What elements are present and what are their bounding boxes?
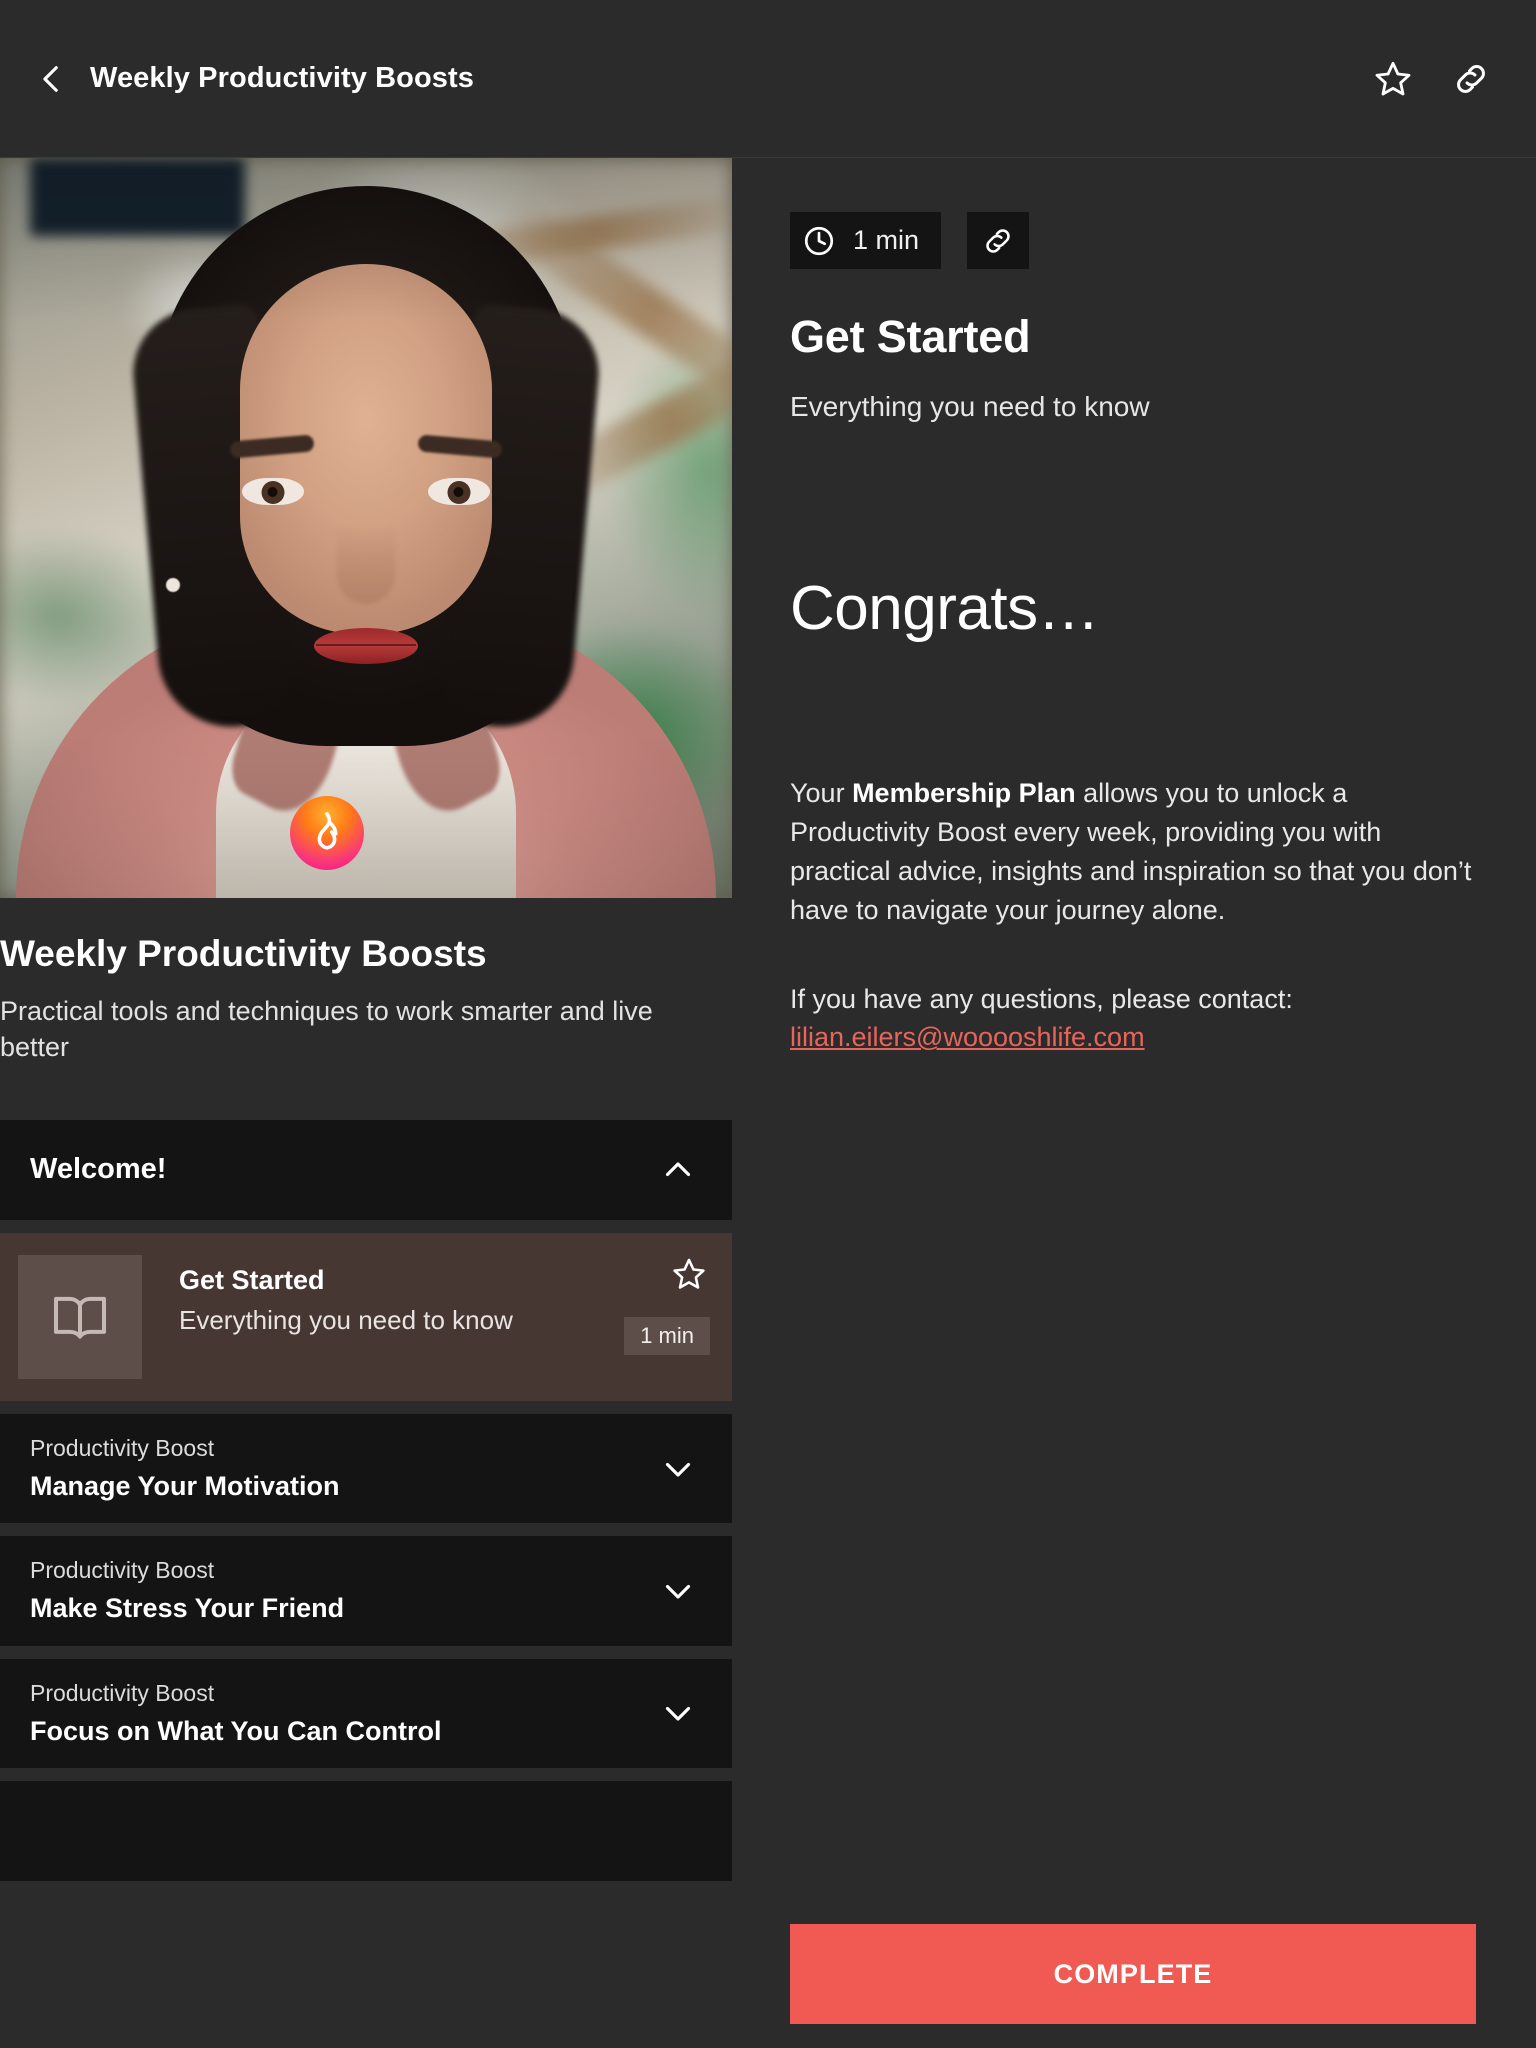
- complete-button[interactable]: COMPLETE: [790, 1924, 1476, 2024]
- contact-paragraph: If you have any questions, please contac…: [790, 980, 1476, 1058]
- accordion-section-title: Focus on What You Can Control: [30, 1715, 442, 1746]
- contact-email-link[interactable]: lilian.eilers@wooooshlife.com: [790, 1022, 1145, 1052]
- contact-intro-text: If you have any questions, please contac…: [790, 983, 1293, 1014]
- congrats-heading: Congrats…: [790, 574, 1100, 643]
- lesson-body-paragraph: Your Membership Plan allows you to unloc…: [790, 774, 1476, 930]
- accordion-section-text: Productivity Boost Focus on What You Can…: [30, 1679, 441, 1748]
- chevron-down-icon[interactable]: [658, 1449, 698, 1489]
- lesson-share-button[interactable]: [967, 212, 1030, 269]
- course-outline-panel: Weekly Productivity Boosts Practical too…: [0, 158, 732, 2048]
- lesson-detail-panel: 1 min Get Started Everything you need to…: [732, 158, 1536, 2048]
- chevron-down-icon[interactable]: [658, 1693, 698, 1733]
- chevron-down-icon[interactable]: [658, 1571, 698, 1611]
- lesson-duration-text: 1 min: [853, 225, 920, 255]
- course-subtitle: Practical tools and techniques to work s…: [0, 995, 653, 1063]
- lesson-meta-row: 1 min: [790, 212, 1476, 269]
- top-app-bar: Weekly Productivity Boosts: [0, 0, 1536, 158]
- lesson-text-block: Get Started Everything you need to know: [142, 1255, 706, 1336]
- paragraph-bold-term: Membership Plan: [852, 778, 1076, 808]
- course-title: Weekly Productivity Boosts: [0, 933, 487, 974]
- page-title: Weekly Productivity Boosts: [90, 62, 475, 94]
- accordion-section-eyebrow: Productivity Boost: [30, 1434, 215, 1461]
- accordion-section-welcome: Welcome!: [0, 1119, 732, 1220]
- accordion-header-focus-on-what-you-can-control[interactable]: Productivity Boost Focus on What You Can…: [0, 1659, 732, 1768]
- accordion-header-manage-your-motivation[interactable]: Productivity Boost Manage Your Motivatio…: [0, 1414, 732, 1523]
- link-icon: [1457, 64, 1485, 93]
- accordion-header-make-stress-your-friend[interactable]: Productivity Boost Make Stress Your Frie…: [0, 1536, 732, 1645]
- accordion-section-make-stress-your-friend: Productivity Boost Make Stress Your Frie…: [0, 1536, 732, 1646]
- chevron-up-icon[interactable]: [658, 1150, 698, 1190]
- chevron-down-glyph: [665, 1584, 691, 1599]
- course-hero-image: [0, 158, 732, 898]
- accordion-section-next-partial: [0, 1781, 732, 1882]
- clock-glyph: [804, 226, 833, 255]
- flame-logo-icon: [317, 812, 338, 850]
- accordion-header-next-partial[interactable]: [0, 1781, 732, 1881]
- chevron-down-glyph: [665, 1462, 691, 1477]
- lesson-duration-chip: 1 min: [790, 212, 942, 269]
- chevron-up-glyph: [665, 1162, 691, 1176]
- chevron-down-glyph: [665, 1707, 691, 1721]
- brand-flame-badge: [290, 796, 364, 870]
- accordion-section-title: Make Stress Your Friend: [30, 1593, 345, 1624]
- chevron-left-icon: [43, 65, 58, 92]
- accordion-section-text: Productivity Boost Make Stress Your Frie…: [30, 1556, 344, 1625]
- hero-vignette: [0, 158, 732, 898]
- accordion-section-manage-your-motivation: Productivity Boost Manage Your Motivatio…: [0, 1413, 732, 1524]
- page-body: Weekly Productivity Boosts Practical too…: [0, 158, 1536, 2048]
- lesson-thumbnail: [18, 1254, 142, 1379]
- lesson-favorite-button[interactable]: [668, 1253, 710, 1295]
- lesson-duration-badge: 1 min: [624, 1316, 710, 1355]
- accordion-section-title: Manage Your Motivation: [30, 1470, 340, 1501]
- accordion-header-welcome[interactable]: Welcome!: [0, 1120, 732, 1220]
- accordion-section-eyebrow: Productivity Boost: [30, 1679, 215, 1706]
- course-outline-accordion: Welcome! Get Started Everything you need…: [0, 1119, 732, 1882]
- back-button[interactable]: [30, 57, 74, 101]
- clock-icon: [790, 212, 847, 269]
- lesson-meta: 1 min: [624, 1253, 710, 1355]
- open-book-icon: [54, 1296, 106, 1339]
- accordion-section-title: Welcome!: [30, 1153, 167, 1186]
- accordion-section-focus-on-what-you-can-control: Productivity Boost Focus on What You Can…: [0, 1658, 732, 1769]
- paragraph-segment-1: Your: [790, 778, 853, 808]
- favorite-button[interactable]: [1362, 48, 1424, 110]
- star-outline-icon: [1375, 61, 1411, 95]
- accordion-section-text: Productivity Boost Manage Your Motivatio…: [30, 1434, 340, 1503]
- star-outline-icon: [673, 1258, 705, 1289]
- lesson-row-get-started[interactable]: Get Started Everything you need to know …: [0, 1232, 732, 1401]
- accordion-section-eyebrow: Productivity Boost: [30, 1557, 215, 1584]
- lesson-detail-heading: Get Started: [790, 311, 1031, 362]
- lesson-detail-description: Everything you need to know: [790, 391, 1150, 422]
- link-icon: [986, 228, 1010, 253]
- share-link-button[interactable]: [1440, 48, 1502, 110]
- course-player-page: Weekly Productivity Boosts Weekly Produc…: [0, 0, 1536, 2048]
